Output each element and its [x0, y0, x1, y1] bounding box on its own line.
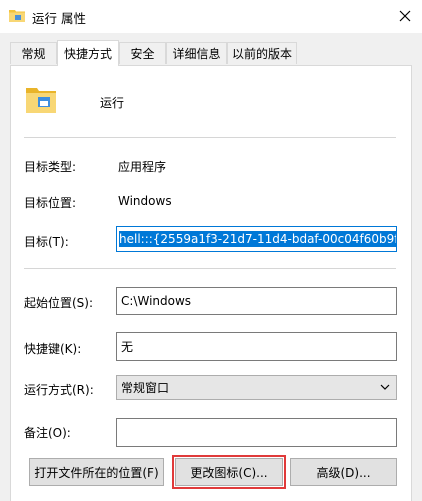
start-in-label: 起始位置(S):	[24, 296, 94, 310]
open-file-location-label: 打开文件所在的位置(F)	[34, 465, 159, 480]
target-input[interactable]: hell:::{2559a1f3-21d7-11d4-bdaf-00c04f60…	[116, 226, 397, 252]
close-button[interactable]	[390, 2, 420, 30]
run-mode-select[interactable]: 常规窗口	[116, 375, 397, 400]
close-icon	[399, 10, 411, 22]
tab-general[interactable]: 常规	[10, 42, 57, 64]
advanced-button[interactable]: 高级(D)...	[290, 458, 397, 486]
window-title: 运行 属性	[32, 11, 86, 26]
run-shortcut-icon	[26, 85, 56, 113]
divider	[24, 268, 396, 269]
start-in-input[interactable]: C:\Windows	[116, 287, 397, 315]
divider	[24, 137, 396, 138]
comment-label: 备注(O):	[24, 426, 71, 440]
hotkey-label: 快捷键(K):	[24, 342, 82, 356]
target-location-value: Windows	[118, 194, 172, 208]
comment-input[interactable]	[116, 418, 397, 447]
target-label: 目标(T):	[24, 235, 69, 249]
target-location-label: 目标位置:	[24, 196, 77, 210]
run-mode-value: 常规窗口	[121, 381, 170, 395]
chevron-down-icon	[380, 384, 390, 390]
advanced-label: 高级(D)...	[316, 465, 371, 480]
target-input-value: hell:::{2559a1f3-21d7-11d4-bdaf-00c04f60…	[119, 231, 396, 247]
hotkey-input[interactable]: 无	[116, 332, 397, 361]
open-file-location-button[interactable]: 打开文件所在的位置(F)	[29, 458, 164, 486]
tab-details[interactable]: 详细信息	[166, 42, 227, 64]
target-type-label: 目标类型:	[24, 160, 77, 174]
change-icon-button[interactable]: 更改图标(C)...	[172, 455, 286, 489]
target-type-value: 应用程序	[118, 160, 167, 174]
tab-shortcut[interactable]: 快捷方式	[57, 40, 119, 66]
folder-shortcut-icon	[9, 8, 25, 22]
change-icon-label: 更改图标(C)...	[190, 465, 268, 480]
run-mode-label: 运行方式(R):	[24, 383, 94, 397]
tab-security[interactable]: 安全	[119, 42, 166, 64]
shortcut-name: 运行	[100, 96, 125, 110]
start-in-value: C:\Windows	[121, 294, 192, 308]
hotkey-value: 无	[121, 340, 134, 354]
tab-previous-versions[interactable]: 以前的版本	[227, 42, 297, 64]
